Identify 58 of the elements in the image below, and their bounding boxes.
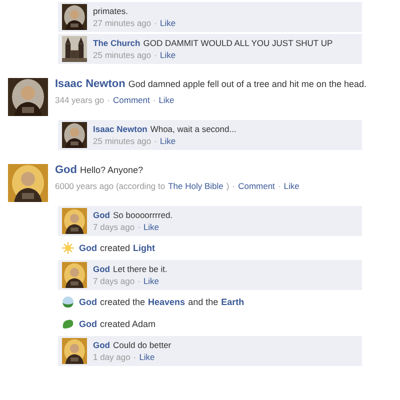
- name-link[interactable]: Like: [160, 136, 176, 146]
- name-link[interactable]: Isaac Newton: [55, 78, 126, 91]
- message-text: primates.: [93, 6, 128, 16]
- meta-text: ): [226, 181, 230, 192]
- name-link[interactable]: Comment: [113, 95, 150, 106]
- meta-text: 7 days ago: [93, 276, 135, 286]
- name-link[interactable]: Isaac Newton: [93, 124, 148, 134]
- name-link[interactable]: Like: [160, 50, 176, 60]
- meta-text: ·: [278, 181, 281, 192]
- message-text: Let there be it.: [113, 264, 168, 274]
- message-text: created Adam: [100, 318, 156, 330]
- name-link[interactable]: The Holy Bible: [168, 181, 224, 192]
- meta-text: 344 years go: [55, 95, 104, 106]
- name-link[interactable]: Heavens: [148, 296, 186, 308]
- name-link[interactable]: God: [93, 264, 110, 274]
- name-link[interactable]: Like: [139, 352, 155, 362]
- name-link[interactable]: God: [93, 210, 110, 220]
- message-text: Hello? Anyone?: [80, 164, 144, 177]
- name-link[interactable]: Like: [158, 95, 174, 106]
- meta-text: ·: [138, 222, 140, 232]
- name-link[interactable]: Like: [143, 276, 160, 286]
- sun-icon: [62, 242, 74, 254]
- message-text: God damned apple fell out of a tree and hit me on the head.: [128, 78, 366, 91]
- message-text: So boooorrrred.: [113, 210, 173, 220]
- name-link[interactable]: Earth: [221, 296, 244, 308]
- name-link[interactable]: Light: [133, 242, 156, 254]
- name-link[interactable]: God: [79, 318, 97, 330]
- meta-text: ·: [232, 181, 236, 192]
- message-text: and the: [188, 296, 218, 308]
- name-link[interactable]: The Church: [93, 38, 140, 48]
- meta-text: ·: [152, 95, 156, 106]
- name-link[interactable]: Comment: [238, 181, 275, 192]
- meta-text: ·: [107, 95, 110, 106]
- meta-text: ·: [154, 18, 157, 28]
- name-link[interactable]: Like: [284, 181, 300, 192]
- name-link[interactable]: God: [55, 164, 77, 177]
- name-link[interactable]: God: [93, 340, 110, 350]
- meta-text: ·: [154, 136, 157, 146]
- message-text: Could do better: [113, 340, 172, 350]
- message-text: Whoa, wait a second...: [150, 124, 236, 134]
- message-text: GOD DAMMIT WOULD ALL YOU JUST SHUT UP: [143, 38, 333, 48]
- name-link[interactable]: God: [79, 242, 97, 254]
- meta-text: 25 minutes ago: [93, 136, 152, 146]
- name-link[interactable]: Like: [160, 18, 176, 28]
- meta-text: ·: [154, 50, 157, 60]
- meta-text: ·: [138, 276, 140, 286]
- globe-icon: [62, 296, 74, 308]
- leaf-icon: [62, 318, 74, 330]
- meta-text: 7 days ago: [93, 222, 135, 232]
- meta-text: 1 day ago: [93, 352, 130, 362]
- meta-text: 25 minutes ago: [93, 50, 152, 60]
- meta-text: ·: [133, 352, 136, 362]
- meta-text: 27 minutes ago: [93, 18, 152, 28]
- message-text: created: [100, 242, 130, 254]
- name-link[interactable]: Like: [143, 222, 160, 232]
- message-text: created the: [100, 296, 146, 308]
- name-link[interactable]: God: [79, 296, 97, 308]
- meta-text: 6000 years ago (according to: [55, 181, 166, 192]
